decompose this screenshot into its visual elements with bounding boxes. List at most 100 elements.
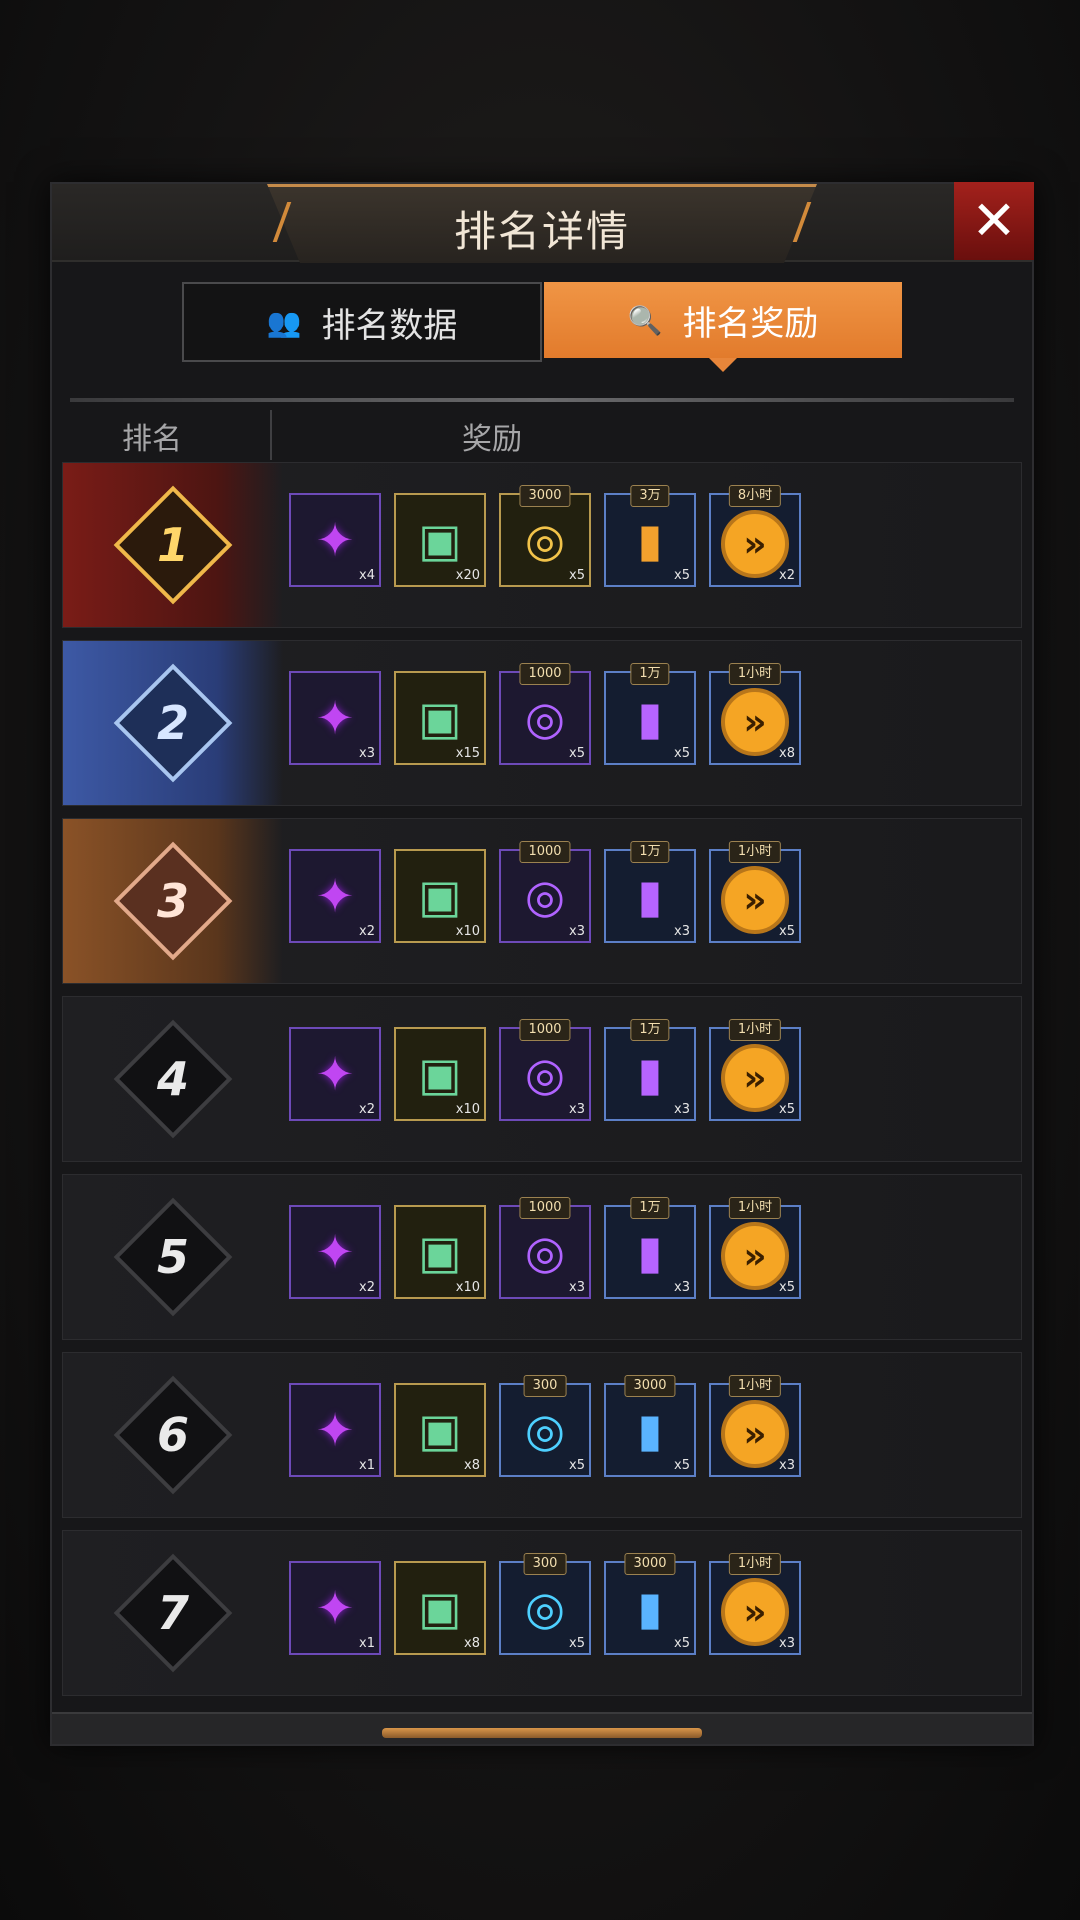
item-quantity: x5	[569, 568, 585, 583]
reward-item[interactable]: ✦ x2	[289, 1027, 381, 1121]
reward-item[interactable]: ◎ 300 x5	[499, 1553, 591, 1655]
rank-cell: 7	[63, 1531, 283, 1695]
item-quantity: x5	[779, 1102, 795, 1117]
reward-row: 6 ✦ x1 ▣ x8 ◎ 300 x5 ▮ 3000 x5» 1小时 x3	[62, 1352, 1022, 1518]
item-amount-badge: 1万	[630, 1019, 670, 1041]
reward-item[interactable]: » 1小时 x3	[709, 1375, 801, 1477]
item-amount-badge: 3000	[519, 485, 571, 507]
dialog-footer	[52, 1712, 1032, 1744]
item-quantity: x5	[779, 924, 795, 939]
item-quantity: x1	[359, 1636, 375, 1651]
reward-item[interactable]: » 8小时 x2	[709, 485, 801, 587]
reward-list[interactable]: 1 ✦ x4 ▣ x20 ◎ 3000 x5 ▮ 3万 x5» 8小时 x2 2 ✦ x3 ▣ x15 ◎ 1000 x…	[62, 462, 1022, 1708]
item-quantity: x20	[455, 568, 480, 583]
reward-item[interactable]: ◎ 1000 x5	[499, 663, 591, 765]
item-amount-badge: 8小时	[728, 485, 782, 507]
item-quantity: x5	[674, 1636, 690, 1651]
reward-item[interactable]: ▮ 3000 x5	[604, 1553, 696, 1655]
reward-item[interactable]: ✦ x2	[289, 1205, 381, 1299]
reward-item[interactable]: ◎ 1000 x3	[499, 841, 591, 943]
dialog-header: 排名详情 ✕	[52, 182, 1034, 263]
reward-item[interactable]: ▣ x10	[394, 849, 486, 943]
reward-item[interactable]: ▮ 1万 x3	[604, 841, 696, 943]
item-quantity: x10	[455, 1280, 480, 1295]
reward-item[interactable]: » 1小时 x5	[709, 1019, 801, 1121]
reward-item[interactable]: ◎ 1000 x3	[499, 1019, 591, 1121]
rank-number: 6	[156, 1407, 190, 1462]
item-amount-badge: 1小时	[728, 1197, 782, 1219]
rank-badge-icon: 4	[113, 1019, 233, 1139]
reward-item[interactable]: ▮ 3000 x5	[604, 1375, 696, 1477]
reward-item[interactable]: ▣ x20	[394, 493, 486, 587]
reward-item[interactable]: ✦ x4	[289, 493, 381, 587]
reward-item[interactable]: ▣ x10	[394, 1027, 486, 1121]
item-quantity: x3	[674, 1102, 690, 1117]
rank-cell: 6	[63, 1353, 283, 1517]
reward-item[interactable]: ▮ 1万 x3	[604, 1197, 696, 1299]
item-amount-badge: 1小时	[728, 663, 782, 685]
reward-items: ✦ x1 ▣ x8 ◎ 300 x5 ▮ 3000 x5» 1小时 x3	[289, 1375, 814, 1483]
rank-badge-icon: 5	[113, 1197, 233, 1317]
reward-item[interactable]: » 1小时 x5	[709, 1197, 801, 1299]
item-amount-badge: 1000	[519, 1197, 571, 1219]
dialog-title: 排名详情	[453, 207, 630, 256]
reward-item[interactable]: ✦ x2	[289, 849, 381, 943]
reward-row: 1 ✦ x4 ▣ x20 ◎ 3000 x5 ▮ 3万 x5» 8小时 x2	[62, 462, 1022, 628]
reward-item[interactable]: ▮ 1万 x3	[604, 1019, 696, 1121]
rank-badge-icon: 1	[113, 485, 233, 605]
reward-item[interactable]: ✦ x1	[289, 1383, 381, 1477]
item-amount-badge: 1小时	[728, 841, 782, 863]
item-amount-badge: 1万	[630, 841, 670, 863]
item-quantity: x3	[569, 924, 585, 939]
item-amount-badge: 1小时	[728, 1019, 782, 1041]
close-icon: ✕	[971, 189, 1017, 252]
item-quantity: x15	[455, 746, 480, 761]
tab-ranking-data[interactable]: 👥 排名数据	[182, 282, 542, 362]
reward-item[interactable]: » 1小时 x5	[709, 841, 801, 943]
reward-item[interactable]: » 1小时 x3	[709, 1553, 801, 1655]
item-quantity: x8	[779, 746, 795, 761]
footer-handle	[382, 1728, 702, 1738]
reward-item[interactable]: ▣ x8	[394, 1383, 486, 1477]
column-header-rank: 排名	[122, 422, 182, 457]
reward-item[interactable]: ◎ 3000 x5	[499, 485, 591, 587]
reward-item[interactable]: ▣ x15	[394, 671, 486, 765]
reward-item[interactable]: ◎ 300 x5	[499, 1375, 591, 1477]
tab-bar: 👥 排名数据 🔍 排名奖励	[182, 282, 902, 372]
item-quantity: x5	[674, 568, 690, 583]
reward-row: 7 ✦ x1 ▣ x8 ◎ 300 x5 ▮ 3000 x5» 1小时 x3	[62, 1530, 1022, 1696]
tab-label: 排名数据	[321, 305, 458, 346]
reward-items: ✦ x2 ▣ x10 ◎ 1000 x3 ▮ 1万 x3» 1小时 x5	[289, 841, 814, 949]
item-quantity: x5	[569, 1458, 585, 1473]
reward-item[interactable]: ▮ 3万 x5	[604, 485, 696, 587]
item-quantity: x8	[464, 1636, 480, 1651]
rank-number: 3	[156, 873, 190, 928]
reward-item[interactable]: » 1小时 x8	[709, 663, 801, 765]
reward-row: 2 ✦ x3 ▣ x15 ◎ 1000 x5 ▮ 1万 x5» 1小时 x8	[62, 640, 1022, 806]
tab-ranking-reward[interactable]: 🔍 排名奖励	[544, 282, 902, 372]
item-amount-badge: 3000	[624, 1375, 676, 1397]
reward-item[interactable]: ✦ x3	[289, 671, 381, 765]
reward-item[interactable]: ✦ x1	[289, 1561, 381, 1655]
item-quantity: x3	[779, 1458, 795, 1473]
reward-item[interactable]: ◎ 1000 x3	[499, 1197, 591, 1299]
rank-number: 2	[156, 695, 190, 750]
rank-cell: 5	[63, 1175, 283, 1339]
item-quantity: x10	[455, 924, 480, 939]
item-amount-badge: 1000	[519, 841, 571, 863]
reward-item[interactable]: ▮ 1万 x5	[604, 663, 696, 765]
item-quantity: x5	[569, 1636, 585, 1651]
rank-cell: 4	[63, 997, 283, 1161]
reward-item[interactable]: ▣ x8	[394, 1561, 486, 1655]
reward-item[interactable]: ▣ x10	[394, 1205, 486, 1299]
column-header-reward: 奖励	[462, 422, 522, 457]
item-amount-badge: 3000	[624, 1553, 676, 1575]
rank-number: 4	[156, 1051, 190, 1106]
close-button[interactable]: ✕	[954, 182, 1034, 260]
item-quantity: x5	[674, 746, 690, 761]
rank-badge-icon: 7	[113, 1553, 233, 1673]
rank-number: 1	[156, 517, 190, 572]
item-amount-badge: 3万	[630, 485, 670, 507]
rank-cell: 1	[63, 463, 283, 627]
item-quantity: x3	[359, 746, 375, 761]
